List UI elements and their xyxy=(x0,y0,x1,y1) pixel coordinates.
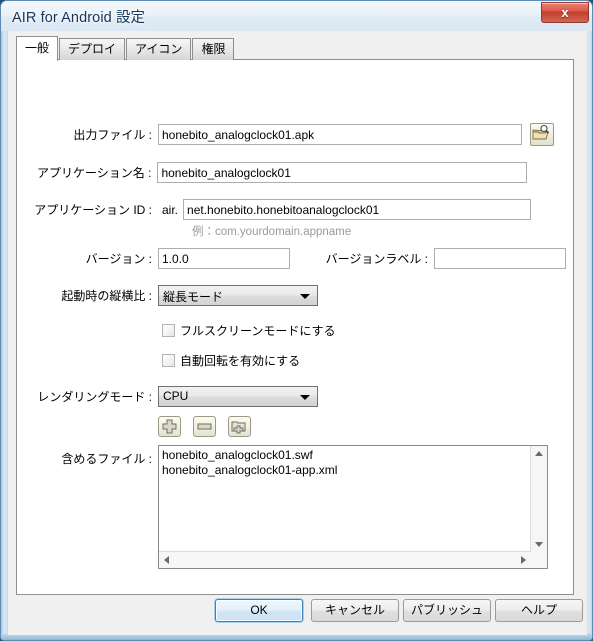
version-row: バージョン : バージョンラベル : xyxy=(17,248,566,269)
included-files-list[interactable]: honebito_analogclock01.swf honebito_anal… xyxy=(158,445,548,569)
version-label: バージョン : xyxy=(85,252,152,266)
title-bar: AIR for Android 設定 x xyxy=(1,1,592,31)
output-file-label: 出力ファイル : xyxy=(73,128,152,142)
app-name-label: アプリケーション名 : xyxy=(37,166,152,180)
app-name-row: アプリケーション名 : xyxy=(17,162,527,183)
publish-button[interactable]: パブリッシュ xyxy=(403,599,491,622)
window-frame-left xyxy=(1,31,8,640)
included-files-label: 含めるファイル : xyxy=(61,452,152,466)
fullscreen-label: フルスクリーンモードにする xyxy=(180,324,336,338)
tab-strip: 一般 デプロイ アイコン 権限 xyxy=(16,36,235,61)
tab-general[interactable]: 一般 xyxy=(16,36,59,61)
minus-icon xyxy=(197,423,212,430)
aspect-ratio-row: 起動時の縦横比 : 縦長モード xyxy=(17,285,318,306)
help-button[interactable]: ヘルプ xyxy=(495,599,583,622)
app-name-input[interactable] xyxy=(157,162,527,183)
render-mode-row: レンダリングモード : CPU xyxy=(17,386,318,407)
app-id-hint: 例：com.yourdomain.appname xyxy=(192,226,352,238)
list-horizontal-scrollbar[interactable] xyxy=(159,551,531,568)
render-mode-label: レンダリングモード : xyxy=(37,390,152,404)
ok-button[interactable]: OK xyxy=(215,599,303,622)
dialog-button-bar: OK キャンセル パブリッシュ ヘルプ xyxy=(8,599,587,629)
version-label-label: バージョンラベル : xyxy=(325,252,428,266)
list-vertical-scrollbar[interactable] xyxy=(530,446,547,552)
folder-search-icon xyxy=(532,124,550,140)
version-input[interactable] xyxy=(158,248,290,269)
render-mode-select[interactable]: CPU xyxy=(158,386,318,407)
app-id-row: アプリケーション ID : air. xyxy=(17,199,537,220)
close-icon: x xyxy=(561,5,569,20)
scroll-corner xyxy=(531,552,547,568)
app-id-prefix: air. xyxy=(162,202,179,217)
autorotate-checkbox[interactable] xyxy=(162,354,175,367)
air-for-android-settings-dialog: AIR for Android 設定 x 一般 デプロイ アイコン 権限 出力フ… xyxy=(0,0,593,641)
close-button[interactable]: x xyxy=(541,2,589,23)
scroll-down-icon[interactable] xyxy=(535,542,543,547)
fullscreen-checkbox[interactable] xyxy=(162,324,175,337)
app-id-label: アプリケーション ID : xyxy=(34,203,152,217)
tab-icon[interactable]: アイコン xyxy=(126,38,192,60)
included-files-label-row: 含めるファイル : xyxy=(17,450,152,467)
list-item[interactable]: honebito_analogclock01-app.xml xyxy=(162,463,529,478)
tab-permissions[interactable]: 権限 xyxy=(192,38,235,60)
plus-icon xyxy=(162,419,177,434)
list-item[interactable]: honebito_analogclock01.swf xyxy=(162,448,529,463)
output-file-row: 出力ファイル : xyxy=(17,124,527,145)
aspect-ratio-select[interactable]: 縦長モード xyxy=(158,285,318,306)
version-label-input[interactable] xyxy=(434,248,566,269)
app-id-input[interactable] xyxy=(183,199,532,220)
aspect-ratio-label: 起動時の縦横比 : xyxy=(61,289,152,303)
tab-panel-general: 出力ファイル : アプリケーション名 : アプリケーション ID : air xyxy=(16,59,574,595)
output-file-input[interactable] xyxy=(158,124,522,145)
scroll-right-icon[interactable] xyxy=(521,556,526,564)
add-folder-icon xyxy=(231,421,246,434)
tab-deploy[interactable]: デプロイ xyxy=(59,38,126,60)
fullscreen-checkbox-row[interactable]: フルスクリーンモードにする xyxy=(162,322,336,339)
cancel-button[interactable]: キャンセル xyxy=(311,599,399,622)
browse-output-file-button[interactable] xyxy=(530,123,554,146)
add-file-button[interactable] xyxy=(158,416,181,437)
chevron-down-icon xyxy=(300,395,310,400)
window-title: AIR for Android 設定 xyxy=(12,10,146,26)
scroll-left-icon[interactable] xyxy=(164,556,169,564)
scroll-up-icon[interactable] xyxy=(535,451,543,456)
autorotate-label: 自動回転を有効にする xyxy=(180,354,301,368)
aspect-ratio-value: 縦長モード xyxy=(163,290,224,304)
add-folder-button[interactable] xyxy=(228,416,251,437)
render-mode-value: CPU xyxy=(163,389,189,403)
included-files-items: honebito_analogclock01.swf honebito_anal… xyxy=(162,448,529,478)
dialog-client-area: 一般 デプロイ アイコン 権限 出力ファイル : アプリ xyxy=(8,31,587,635)
remove-file-button[interactable] xyxy=(193,416,216,437)
chevron-down-icon xyxy=(300,294,310,299)
autorotate-checkbox-row[interactable]: 自動回転を有効にする xyxy=(162,352,300,369)
